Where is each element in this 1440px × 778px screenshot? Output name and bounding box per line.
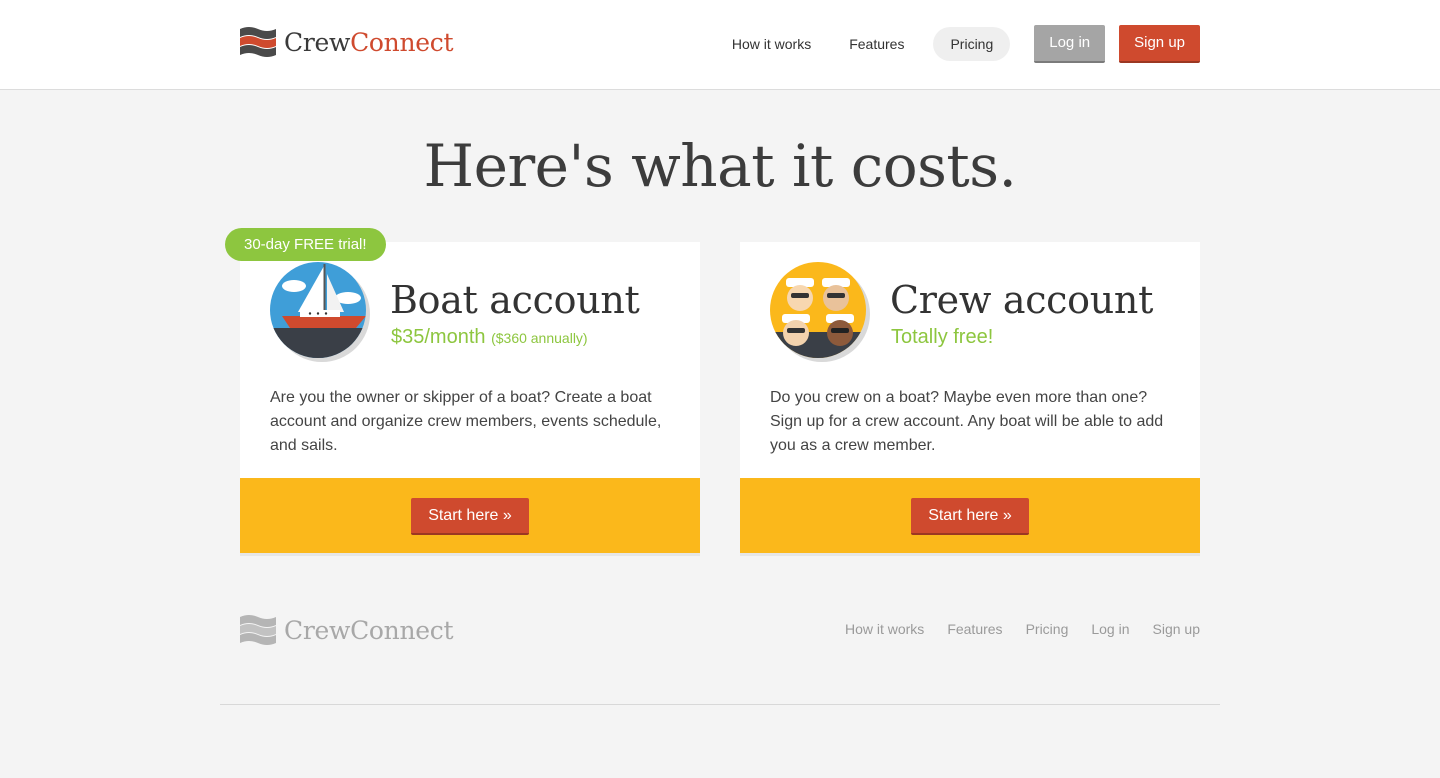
crew-account-card: Crew account Totally free! Do you crew o… bbox=[740, 242, 1200, 556]
boat-start-button[interactable]: Start here » bbox=[411, 498, 529, 535]
footer-how-it-works[interactable]: How it works bbox=[845, 621, 924, 637]
nav-how-it-works[interactable]: How it works bbox=[715, 27, 828, 61]
crew-faces-icon bbox=[770, 262, 870, 362]
login-button[interactable]: Log in bbox=[1034, 25, 1106, 63]
boat-card-title: Boat account bbox=[390, 278, 640, 322]
page-title: Here's what it costs. bbox=[423, 132, 1017, 200]
footer-brand-part2: Connect bbox=[350, 616, 454, 645]
footer-signup[interactable]: Sign up bbox=[1153, 621, 1200, 637]
crew-card-price: Totally free! bbox=[891, 326, 993, 349]
footer-brand-part1: Crew bbox=[284, 616, 351, 645]
footer-brand-name: CrewConnect bbox=[284, 616, 454, 645]
crew-price-amount: Totally free! bbox=[891, 326, 994, 348]
nav-pricing[interactable]: Pricing bbox=[933, 27, 1011, 61]
crew-card-description: Do you crew on a boat? Maybe even more t… bbox=[770, 389, 1164, 454]
site-header: CrewConnect How it works Features Pricin… bbox=[0, 0, 1440, 90]
footer-pricing[interactable]: Pricing bbox=[1026, 621, 1069, 637]
signup-button[interactable]: Sign up bbox=[1119, 25, 1200, 63]
boat-price-amount: $35/month bbox=[391, 326, 486, 348]
nav-features[interactable]: Features bbox=[832, 27, 921, 61]
boat-card-price: $35/month ($360 annually) bbox=[391, 326, 588, 349]
brand-name-part2: Connect bbox=[350, 27, 454, 57]
brand-name-part1: Crew bbox=[284, 27, 351, 57]
trial-badge: 30-day FREE trial! bbox=[225, 228, 386, 261]
brand-name: CrewConnect bbox=[284, 27, 454, 57]
footer-login[interactable]: Log in bbox=[1091, 621, 1129, 637]
boat-price-note: ($360 annually) bbox=[491, 330, 588, 346]
crewconnect-logo-icon bbox=[240, 615, 276, 645]
crew-card-footer: Start here » bbox=[740, 478, 1200, 556]
boat-card-description: Are you the owner or skipper of a boat? … bbox=[270, 389, 662, 454]
boat-account-card: Boat account $35/month ($360 annually) A… bbox=[240, 242, 700, 556]
main-nav: How it works Features Pricing Log in Sig… bbox=[715, 25, 1200, 63]
footer-features[interactable]: Features bbox=[947, 621, 1002, 637]
brand-logo-link[interactable]: CrewConnect bbox=[240, 25, 454, 59]
footer-brand-logo[interactable]: CrewConnect bbox=[240, 614, 454, 647]
boat-card-footer: Start here » bbox=[240, 478, 700, 556]
crew-start-button[interactable]: Start here » bbox=[911, 498, 1029, 535]
sailboat-icon bbox=[270, 262, 370, 362]
footer-divider bbox=[220, 704, 1220, 705]
crew-card-title: Crew account bbox=[890, 278, 1154, 322]
footer-nav: How it works Features Pricing Log in Sig… bbox=[822, 621, 1200, 637]
crewconnect-logo-icon bbox=[240, 26, 276, 57]
